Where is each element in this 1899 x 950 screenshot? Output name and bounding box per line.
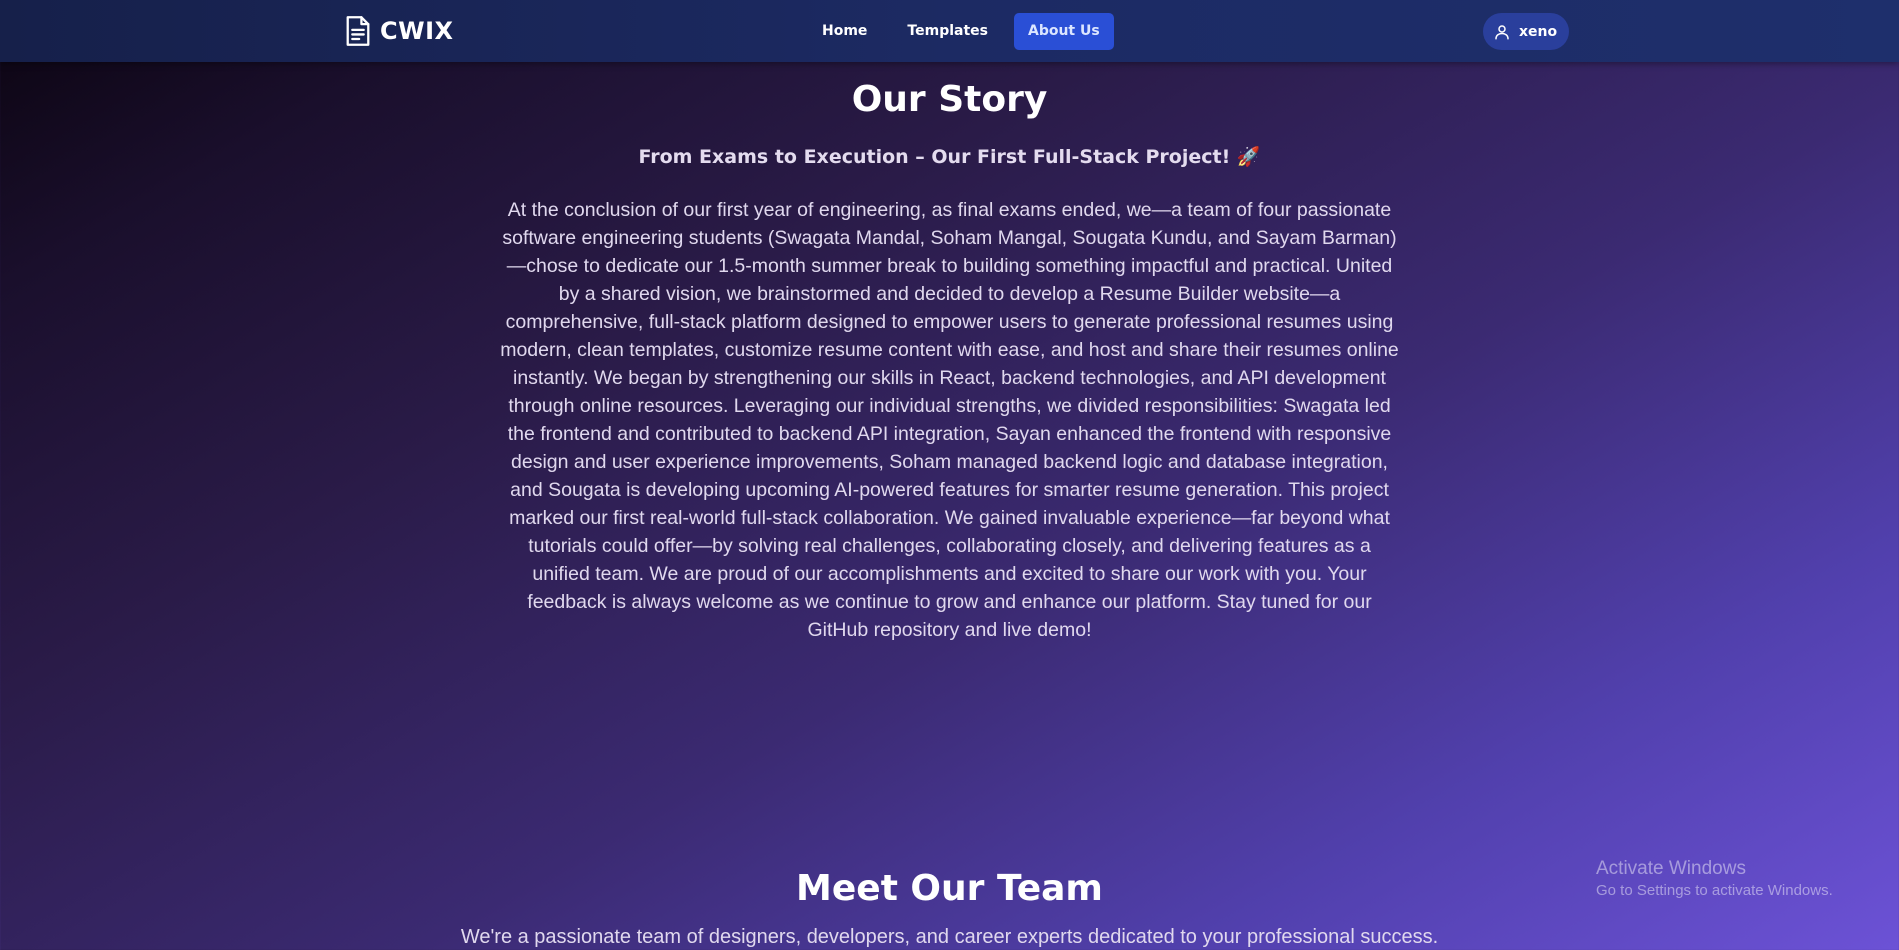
user-icon [1495, 24, 1509, 39]
navbar: CWIX Home Templates About Us xeno [0, 0, 1899, 62]
brand-name: CWIX [380, 17, 454, 45]
nav-link-home[interactable]: Home [808, 13, 881, 50]
story-subtitle: From Exams to Execution – Our First Full… [638, 146, 1261, 168]
user-name: xeno [1519, 23, 1558, 40]
watermark-title: Activate Windows [1596, 858, 1746, 879]
document-icon [346, 16, 370, 46]
nav-link-templates[interactable]: Templates [893, 13, 1002, 50]
watermark-subtitle: Go to Settings to activate Windows. [1596, 882, 1833, 899]
windows-activation-watermark: Activate Windows Go to Settings to activ… [1596, 857, 1833, 901]
user-menu-button[interactable]: xeno [1483, 13, 1570, 50]
story-body: At the conclusion of our first year of e… [500, 199, 1399, 641]
nav-link-about-us[interactable]: About Us [1013, 13, 1114, 50]
team-intro: We're a passionate team of designers, de… [460, 926, 1439, 948]
brand-logo[interactable]: CWIX [344, 15, 454, 47]
nav-links: Home Templates About Us [808, 13, 1114, 50]
story-title: Our Story [851, 79, 1048, 120]
